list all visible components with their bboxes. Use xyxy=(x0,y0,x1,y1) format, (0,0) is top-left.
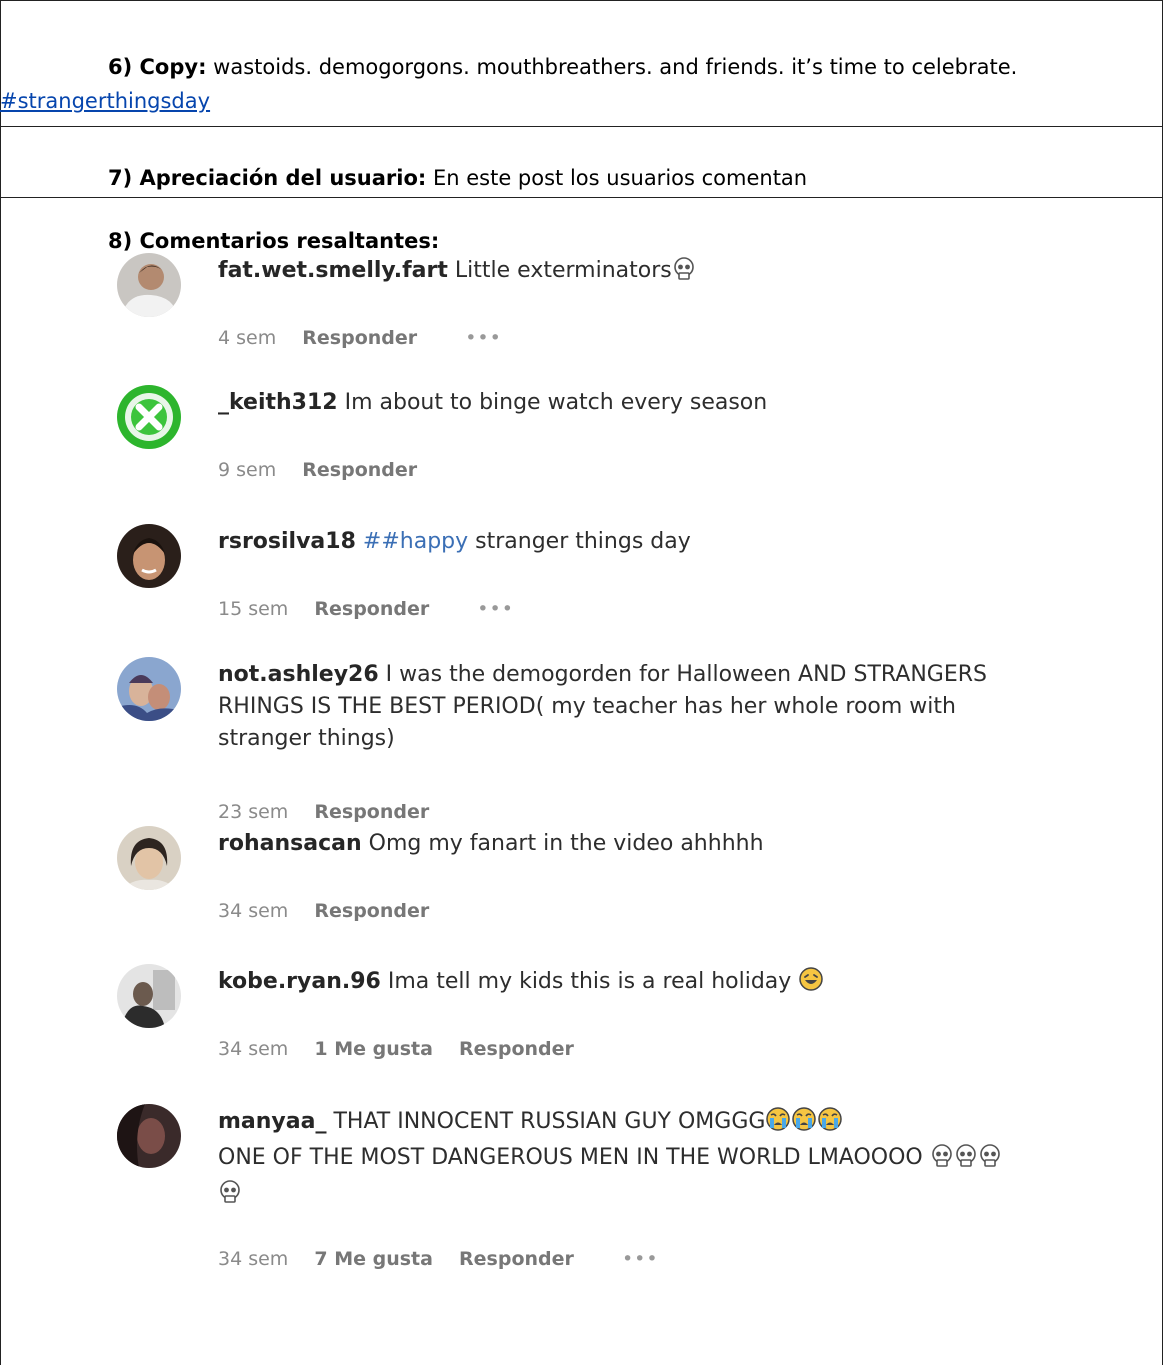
comment-meta: 4 sem Responder ••• xyxy=(218,327,522,349)
comment: kobe.ryan.96 Ima tell my kids this is a … xyxy=(117,964,1017,1064)
comment-text: Im about to binge watch every season xyxy=(344,390,768,415)
comment-text: stranger things day xyxy=(475,529,691,554)
comment-time: 34 sem xyxy=(218,900,289,922)
copy-text: wastoids. demogorgons. mouthbreathers. a… xyxy=(213,55,1018,79)
comment-body: manyaa_ THAT INNOCENT RUSSIAN GUY OMGGG … xyxy=(218,1106,1018,1214)
comment-text: Omg my fanart in the video ahhhhh xyxy=(368,831,764,856)
comment-time: 34 sem xyxy=(218,1248,289,1270)
likes-count[interactable]: 1 Me gusta xyxy=(314,1038,433,1060)
avatar[interactable] xyxy=(117,1104,181,1168)
avatar[interactable] xyxy=(117,826,181,890)
reply-button[interactable]: Responder xyxy=(302,327,417,349)
reply-button[interactable]: Responder xyxy=(459,1038,574,1060)
comment-meta: 34 sem Responder xyxy=(218,900,449,922)
comment: rohansacan Omg my fanart in the video ah… xyxy=(117,826,1017,926)
comment-time: 34 sem xyxy=(218,1038,289,1060)
laughing-emoji-icon xyxy=(798,966,824,1002)
crying-emoji-icon xyxy=(791,1106,817,1142)
comment-body: rsrosilva18 ##happy stranger things day xyxy=(218,526,1018,558)
comment-username[interactable]: rohansacan xyxy=(218,831,362,856)
comment-username[interactable]: rsrosilva18 xyxy=(218,529,356,554)
comment-username[interactable]: kobe.ryan.96 xyxy=(218,969,381,994)
comment-time: 15 sem xyxy=(218,598,289,620)
hashtag-text: happy xyxy=(399,529,469,554)
more-options-icon[interactable]: ••• xyxy=(622,1248,659,1270)
more-options-icon[interactable]: ••• xyxy=(465,327,502,349)
appreciation-row: 7) Apreciación del usuario: En este post… xyxy=(108,166,807,190)
table-divider xyxy=(0,197,1163,198)
comment: rsrosilva18 ##happy stranger things day … xyxy=(117,524,1017,624)
skull-icon xyxy=(954,1144,978,1178)
comment-text: Ima tell my kids this is a real holiday xyxy=(387,969,792,994)
likes-count[interactable]: 7 Me gusta xyxy=(314,1248,433,1270)
comment-time: 23 sem xyxy=(218,801,289,823)
comment-time: 4 sem xyxy=(218,327,277,349)
table-divider xyxy=(0,126,1163,127)
comment-body: kobe.ryan.96 Ima tell my kids this is a … xyxy=(218,966,1018,1002)
comment-meta: 34 sem 1 Me gusta Responder xyxy=(218,1038,594,1060)
crying-emoji-icon xyxy=(765,1106,791,1142)
comment-body: rohansacan Omg my fanart in the video ah… xyxy=(218,828,1018,860)
comment-text: Little exterminators xyxy=(454,258,672,283)
comment-meta: 9 sem Responder xyxy=(218,459,437,481)
comment-meta: 34 sem 7 Me gusta Responder ••• xyxy=(218,1248,679,1270)
crying-emoji-icon xyxy=(817,1106,843,1142)
comment: not.ashley26 I was the demogorden for Ha… xyxy=(117,657,1017,827)
comment-body: fat.wet.smelly.fart Little exterminators xyxy=(218,255,1018,291)
comment-body: _keith312 Im about to binge watch every … xyxy=(218,387,1018,419)
skull-icon xyxy=(218,1180,242,1214)
hashtag-prefix: ## xyxy=(362,529,400,554)
comment-username[interactable]: fat.wet.smelly.fart xyxy=(218,258,448,283)
hashtag-link[interactable]: #strangerthingsday xyxy=(0,89,210,113)
comments-section-row: 8) Comentarios resaltantes: xyxy=(108,229,439,253)
more-options-icon[interactable]: ••• xyxy=(477,598,514,620)
reply-button[interactable]: Responder xyxy=(302,459,417,481)
hashtag-link[interactable]: ##happy xyxy=(363,529,468,554)
skull-icon xyxy=(672,257,696,291)
skull-icon xyxy=(930,1144,954,1178)
comment: _keith312 Im about to binge watch every … xyxy=(117,385,1017,485)
comment: manyaa_ THAT INNOCENT RUSSIAN GUY OMGGG … xyxy=(117,1104,1017,1274)
reply-button[interactable]: Responder xyxy=(314,598,429,620)
comment-meta: 23 sem Responder xyxy=(218,801,449,823)
skull-icon xyxy=(978,1144,1002,1178)
comment-time: 9 sem xyxy=(218,459,277,481)
copy-row: 6) Copy: wastoids. demogorgons. mouthbre… xyxy=(108,55,1148,79)
comment-username[interactable]: _keith312 xyxy=(218,390,338,415)
reply-button[interactable]: Responder xyxy=(459,1248,574,1270)
comment: fat.wet.smelly.fart Little exterminators… xyxy=(117,253,1017,353)
avatar[interactable] xyxy=(117,524,181,588)
comment-body: not.ashley26 I was the demogorden for Ha… xyxy=(218,659,1018,755)
reply-button[interactable]: Responder xyxy=(314,900,429,922)
comment-text: THAT INNOCENT RUSSIAN GUY OMGGG xyxy=(333,1109,766,1134)
copy-hashtag-row: #strangerthingsday xyxy=(0,89,210,113)
reply-button[interactable]: Responder xyxy=(314,801,429,823)
comments-section-label: 8) Comentarios resaltantes: xyxy=(108,229,440,253)
appreciation-label: 7) Apreciación del usuario: xyxy=(108,166,427,190)
avatar[interactable] xyxy=(117,657,181,721)
comment-meta: 15 sem Responder ••• xyxy=(218,598,534,620)
comment-username[interactable]: not.ashley26 xyxy=(218,662,379,687)
avatar[interactable] xyxy=(117,385,181,449)
comment-text-continued: ONE OF THE MOST DANGEROUS MEN IN THE WOR… xyxy=(218,1145,923,1170)
avatar[interactable] xyxy=(117,964,181,1028)
appreciation-text: En este post los usuarios comentan xyxy=(432,166,808,190)
copy-label: 6) Copy: xyxy=(108,55,207,79)
comment-username[interactable]: manyaa_ xyxy=(218,1109,326,1134)
avatar[interactable] xyxy=(117,253,181,317)
